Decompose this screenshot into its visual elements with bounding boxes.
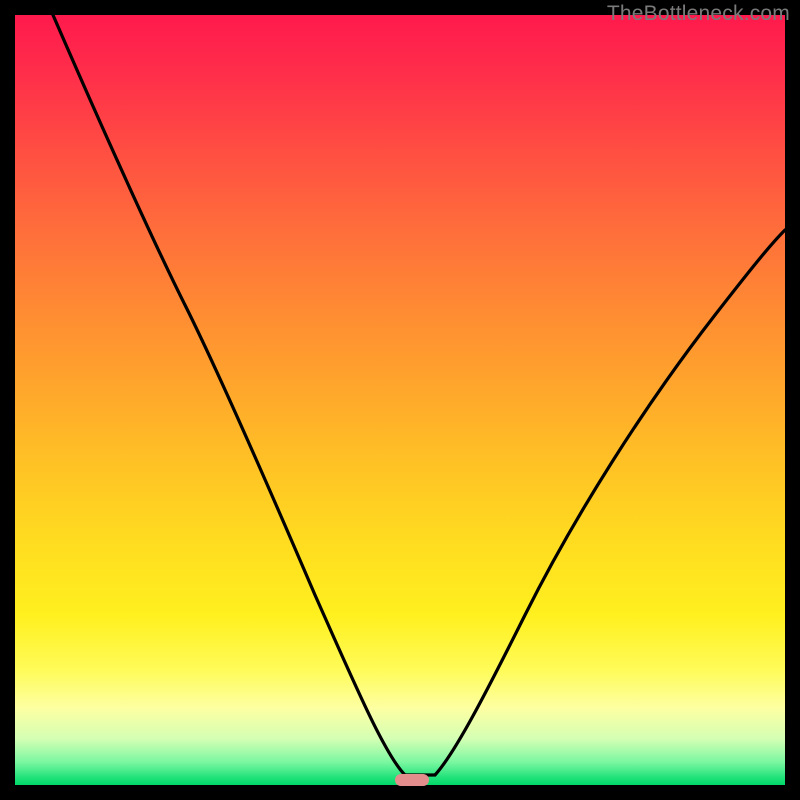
watermark-text: TheBottleneck.com — [607, 2, 790, 26]
bottleneck-curve-path — [53, 15, 785, 775]
bottleneck-curve — [15, 15, 785, 785]
chart-plot-area — [15, 15, 785, 785]
optimal-marker — [395, 774, 429, 786]
chart-frame: TheBottleneck.com — [0, 0, 800, 800]
